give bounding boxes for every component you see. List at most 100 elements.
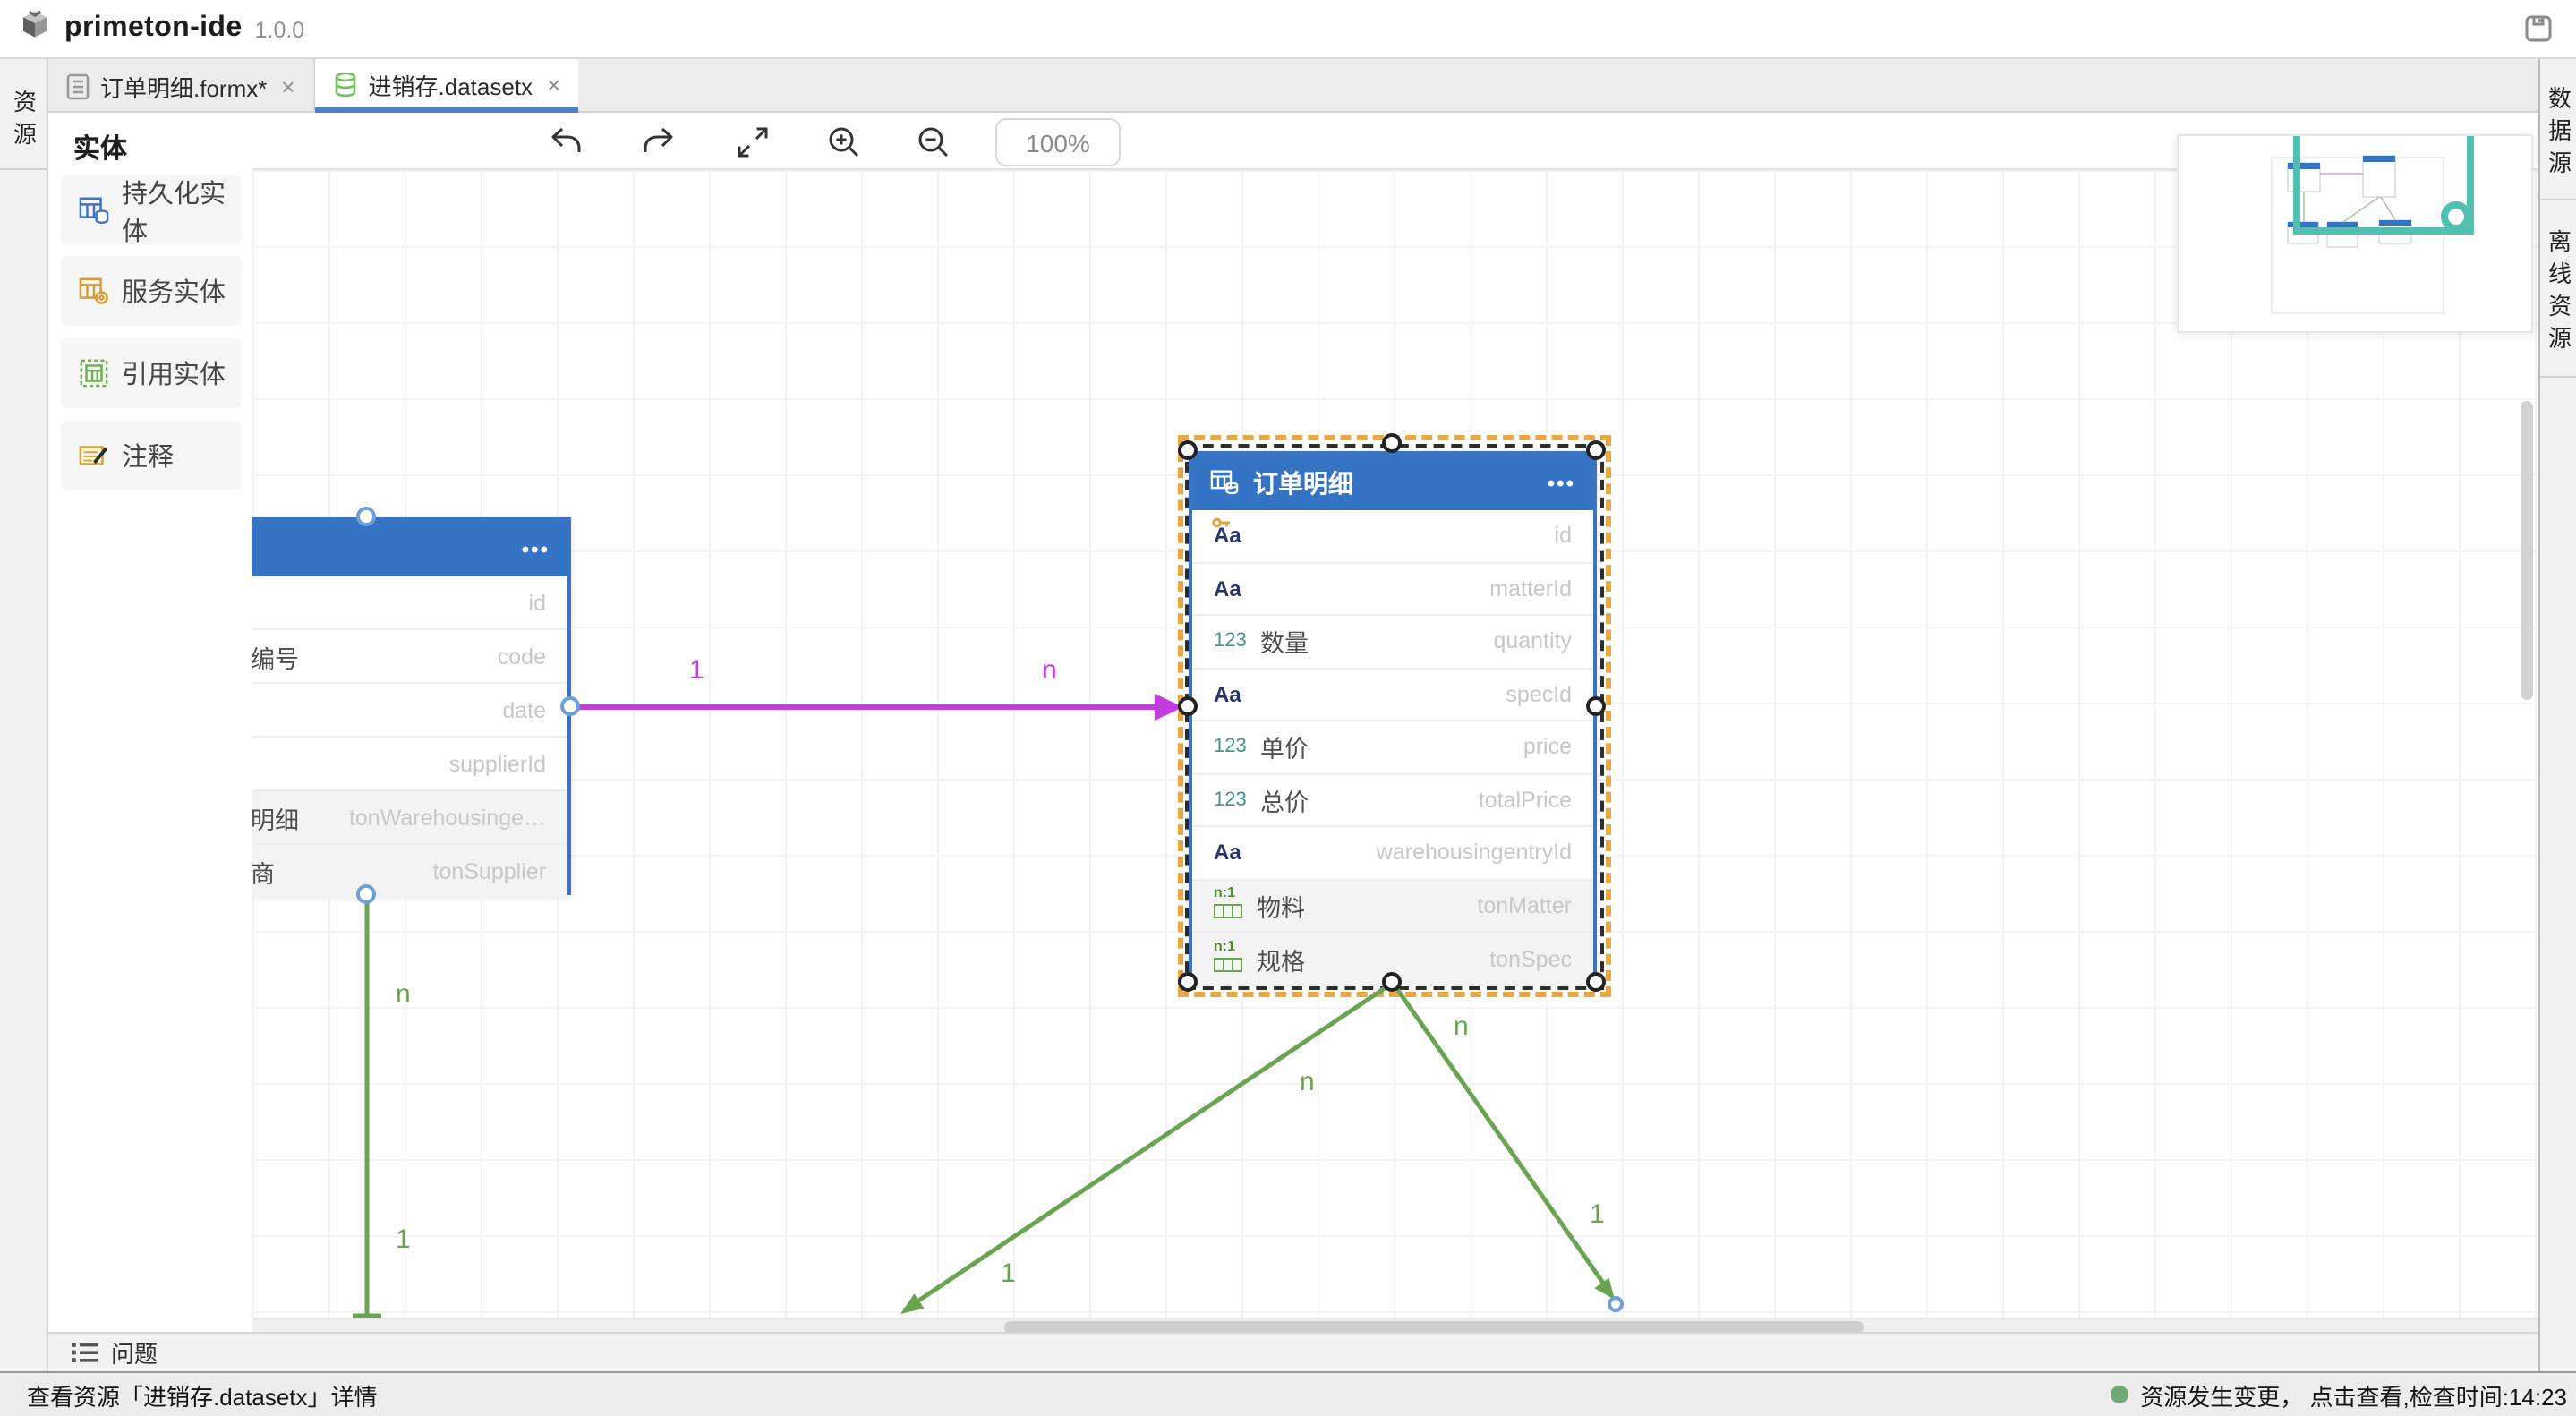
palette-item-persistent-entity[interactable]: 持久化实体: [61, 175, 242, 245]
entity-menu-icon[interactable]: •••: [522, 536, 550, 561]
tab-close-icon[interactable]: ×: [547, 71, 560, 98]
entity-menu-icon[interactable]: •••: [1548, 470, 1575, 495]
entity-header[interactable]: •••: [252, 521, 567, 576]
relation-label-green-right-1: 1: [1590, 1199, 1605, 1230]
entity-palette: 实体 持久化实体 服务实体: [48, 113, 252, 1332]
tab-close-icon[interactable]: ×: [281, 73, 294, 99]
field-row[interactable]: n:1 物料 tonMatter: [1192, 880, 1593, 933]
left-rail: 资源: [0, 59, 48, 1371]
field-label: 编号: [252, 638, 299, 674]
relation-label-green-left-n: n: [396, 979, 411, 1010]
rail-tab-resources[interactable]: 资源: [0, 59, 47, 170]
field-name: date: [502, 697, 546, 722]
field-row[interactable]: id: [252, 576, 567, 630]
field-row[interactable]: 明细 tonWarehousinge…: [252, 791, 567, 845]
field-row[interactable]: Aa specId: [1192, 669, 1593, 721]
field-name: warehousingentryId: [1377, 840, 1572, 866]
palette-item-comment[interactable]: 注释: [61, 421, 242, 490]
field-name: price: [1523, 735, 1572, 760]
field-name: tonSpec: [1489, 947, 1572, 972]
connection-handle[interactable]: [560, 696, 580, 716]
palette-item-label: 注释: [122, 437, 174, 474]
undo-icon[interactable]: [546, 124, 585, 159]
field-row[interactable]: supplierId: [252, 738, 567, 791]
horizontal-scrollbar[interactable]: [252, 1318, 2538, 1332]
tab-label: 订单明细.formx*: [100, 69, 267, 103]
resize-handle[interactable]: [1178, 440, 1198, 460]
field-row[interactable]: Aa warehousingentryId: [1192, 827, 1593, 880]
field-row[interactable]: Aa matterId: [1192, 563, 1593, 616]
entity-header[interactable]: 订单明细 •••: [1192, 455, 1593, 510]
comment-icon: [79, 440, 109, 471]
reference-entity-icon: [79, 358, 109, 388]
field-name: tonSupplier: [433, 859, 547, 884]
palette-item-reference-entity[interactable]: 引用实体: [61, 338, 242, 408]
field-row[interactable]: 123 数量 quantity: [1192, 616, 1593, 669]
field-name: specId: [1506, 682, 1572, 707]
entity-order-detail[interactable]: 订单明细 ••• Aa id Aa matterId: [1189, 451, 1597, 983]
tab-order-detail-formx[interactable]: 订单明细.formx* ×: [48, 59, 315, 113]
field-name: code: [498, 644, 546, 669]
type-number-icon: 123: [1214, 737, 1247, 758]
field-label: 商: [252, 854, 275, 890]
relation-label-green-mid-n: n: [1300, 1067, 1315, 1097]
relation-n1-icon: n:1: [1214, 946, 1244, 973]
zoom-in-icon[interactable]: [823, 124, 863, 159]
palette-item-service-entity[interactable]: 服务实体: [61, 256, 242, 326]
connection-handle[interactable]: [1586, 696, 1606, 716]
app-logo-icon: [20, 9, 50, 48]
field-row[interactable]: 编号 code: [252, 630, 567, 684]
type-string-icon: Aa: [1214, 840, 1241, 866]
palette-item-label: 引用实体: [122, 354, 226, 392]
database-icon: [333, 71, 358, 98]
field-name: id: [529, 590, 546, 615]
tab-jinxiaocun-datasetx[interactable]: 进销存.datasetx ×: [315, 59, 579, 113]
horizontal-scrollbar-thumb[interactable]: [1004, 1320, 1864, 1332]
minimap-viewport-handle: [2444, 205, 2468, 228]
status-message-right[interactable]: 资源发生变更， 点击查看,检查时间:14:23: [2110, 1378, 2567, 1412]
connection-handle[interactable]: [356, 884, 376, 904]
vertical-scrollbar-thumb[interactable]: [2521, 401, 2533, 700]
zoom-level-field[interactable]: 100%: [995, 118, 1121, 166]
resize-handle[interactable]: [1382, 972, 1402, 992]
resize-handle[interactable]: [1382, 433, 1402, 453]
field-label: 物料: [1257, 888, 1305, 924]
problems-bar[interactable]: 问题: [48, 1332, 2538, 1371]
zoom-level-value: 100%: [1026, 128, 1090, 157]
problems-list-icon: [72, 1341, 98, 1364]
redo-icon[interactable]: [639, 124, 678, 159]
minimap[interactable]: [2177, 134, 2533, 333]
persistent-entity-icon: [1210, 469, 1239, 496]
editor-tab-bar: 订单明细.formx* × 进销存.datasetx ×: [48, 59, 2538, 113]
connection-handle[interactable]: [1178, 696, 1198, 716]
relation-label-green-left-1: 1: [396, 1224, 411, 1255]
zoom-out-icon[interactable]: [913, 124, 952, 159]
relation-label-green-right-n: n: [1454, 1011, 1469, 1042]
connection-handle[interactable]: [356, 507, 376, 526]
fit-screen-icon[interactable]: [732, 124, 772, 159]
diagram-canvas[interactable]: 1 n n 1 n 1 n 1 ••• id 编号 code date supp…: [252, 170, 2538, 1332]
rail-tab-offline-resources[interactable]: 离线资源: [2540, 200, 2576, 378]
field-row[interactable]: 商 tonSupplier: [252, 845, 567, 899]
resize-handle[interactable]: [1178, 972, 1198, 992]
field-row[interactable]: 123 单价 price: [1192, 721, 1593, 774]
entity-left-clipped[interactable]: ••• id 编号 code date supplierId 明细 tonWar…: [252, 517, 571, 895]
field-row[interactable]: 123 总价 totalPrice: [1192, 774, 1593, 827]
rail-tab-datasource-label: 数据源: [2541, 68, 2575, 199]
field-name: supplierId: [449, 751, 546, 776]
resize-handle[interactable]: [1586, 440, 1606, 460]
rail-tab-datasource[interactable]: 数据源: [2540, 59, 2576, 200]
palette-item-label: 服务实体: [122, 272, 226, 310]
problems-label: 问题: [111, 1335, 158, 1369]
resize-handle[interactable]: [1586, 972, 1606, 992]
status-bar: 查看资源「进销存.datasetx」详情 资源发生变更， 点击查看,检查时间:1…: [0, 1371, 2576, 1416]
connection-handle[interactable]: [1608, 1296, 1624, 1312]
resource-changed-dot-icon: [2110, 1386, 2128, 1403]
rail-tab-offline-resources-label: 离线资源: [2541, 211, 2575, 376]
field-name: tonMatter: [1477, 893, 1572, 918]
field-row[interactable]: date: [252, 684, 567, 738]
primary-key-icon: [1212, 508, 1232, 540]
save-icon[interactable]: [2524, 14, 2553, 52]
field-row[interactable]: Aa id: [1192, 510, 1593, 563]
palette-item-label: 持久化实体: [122, 173, 242, 248]
